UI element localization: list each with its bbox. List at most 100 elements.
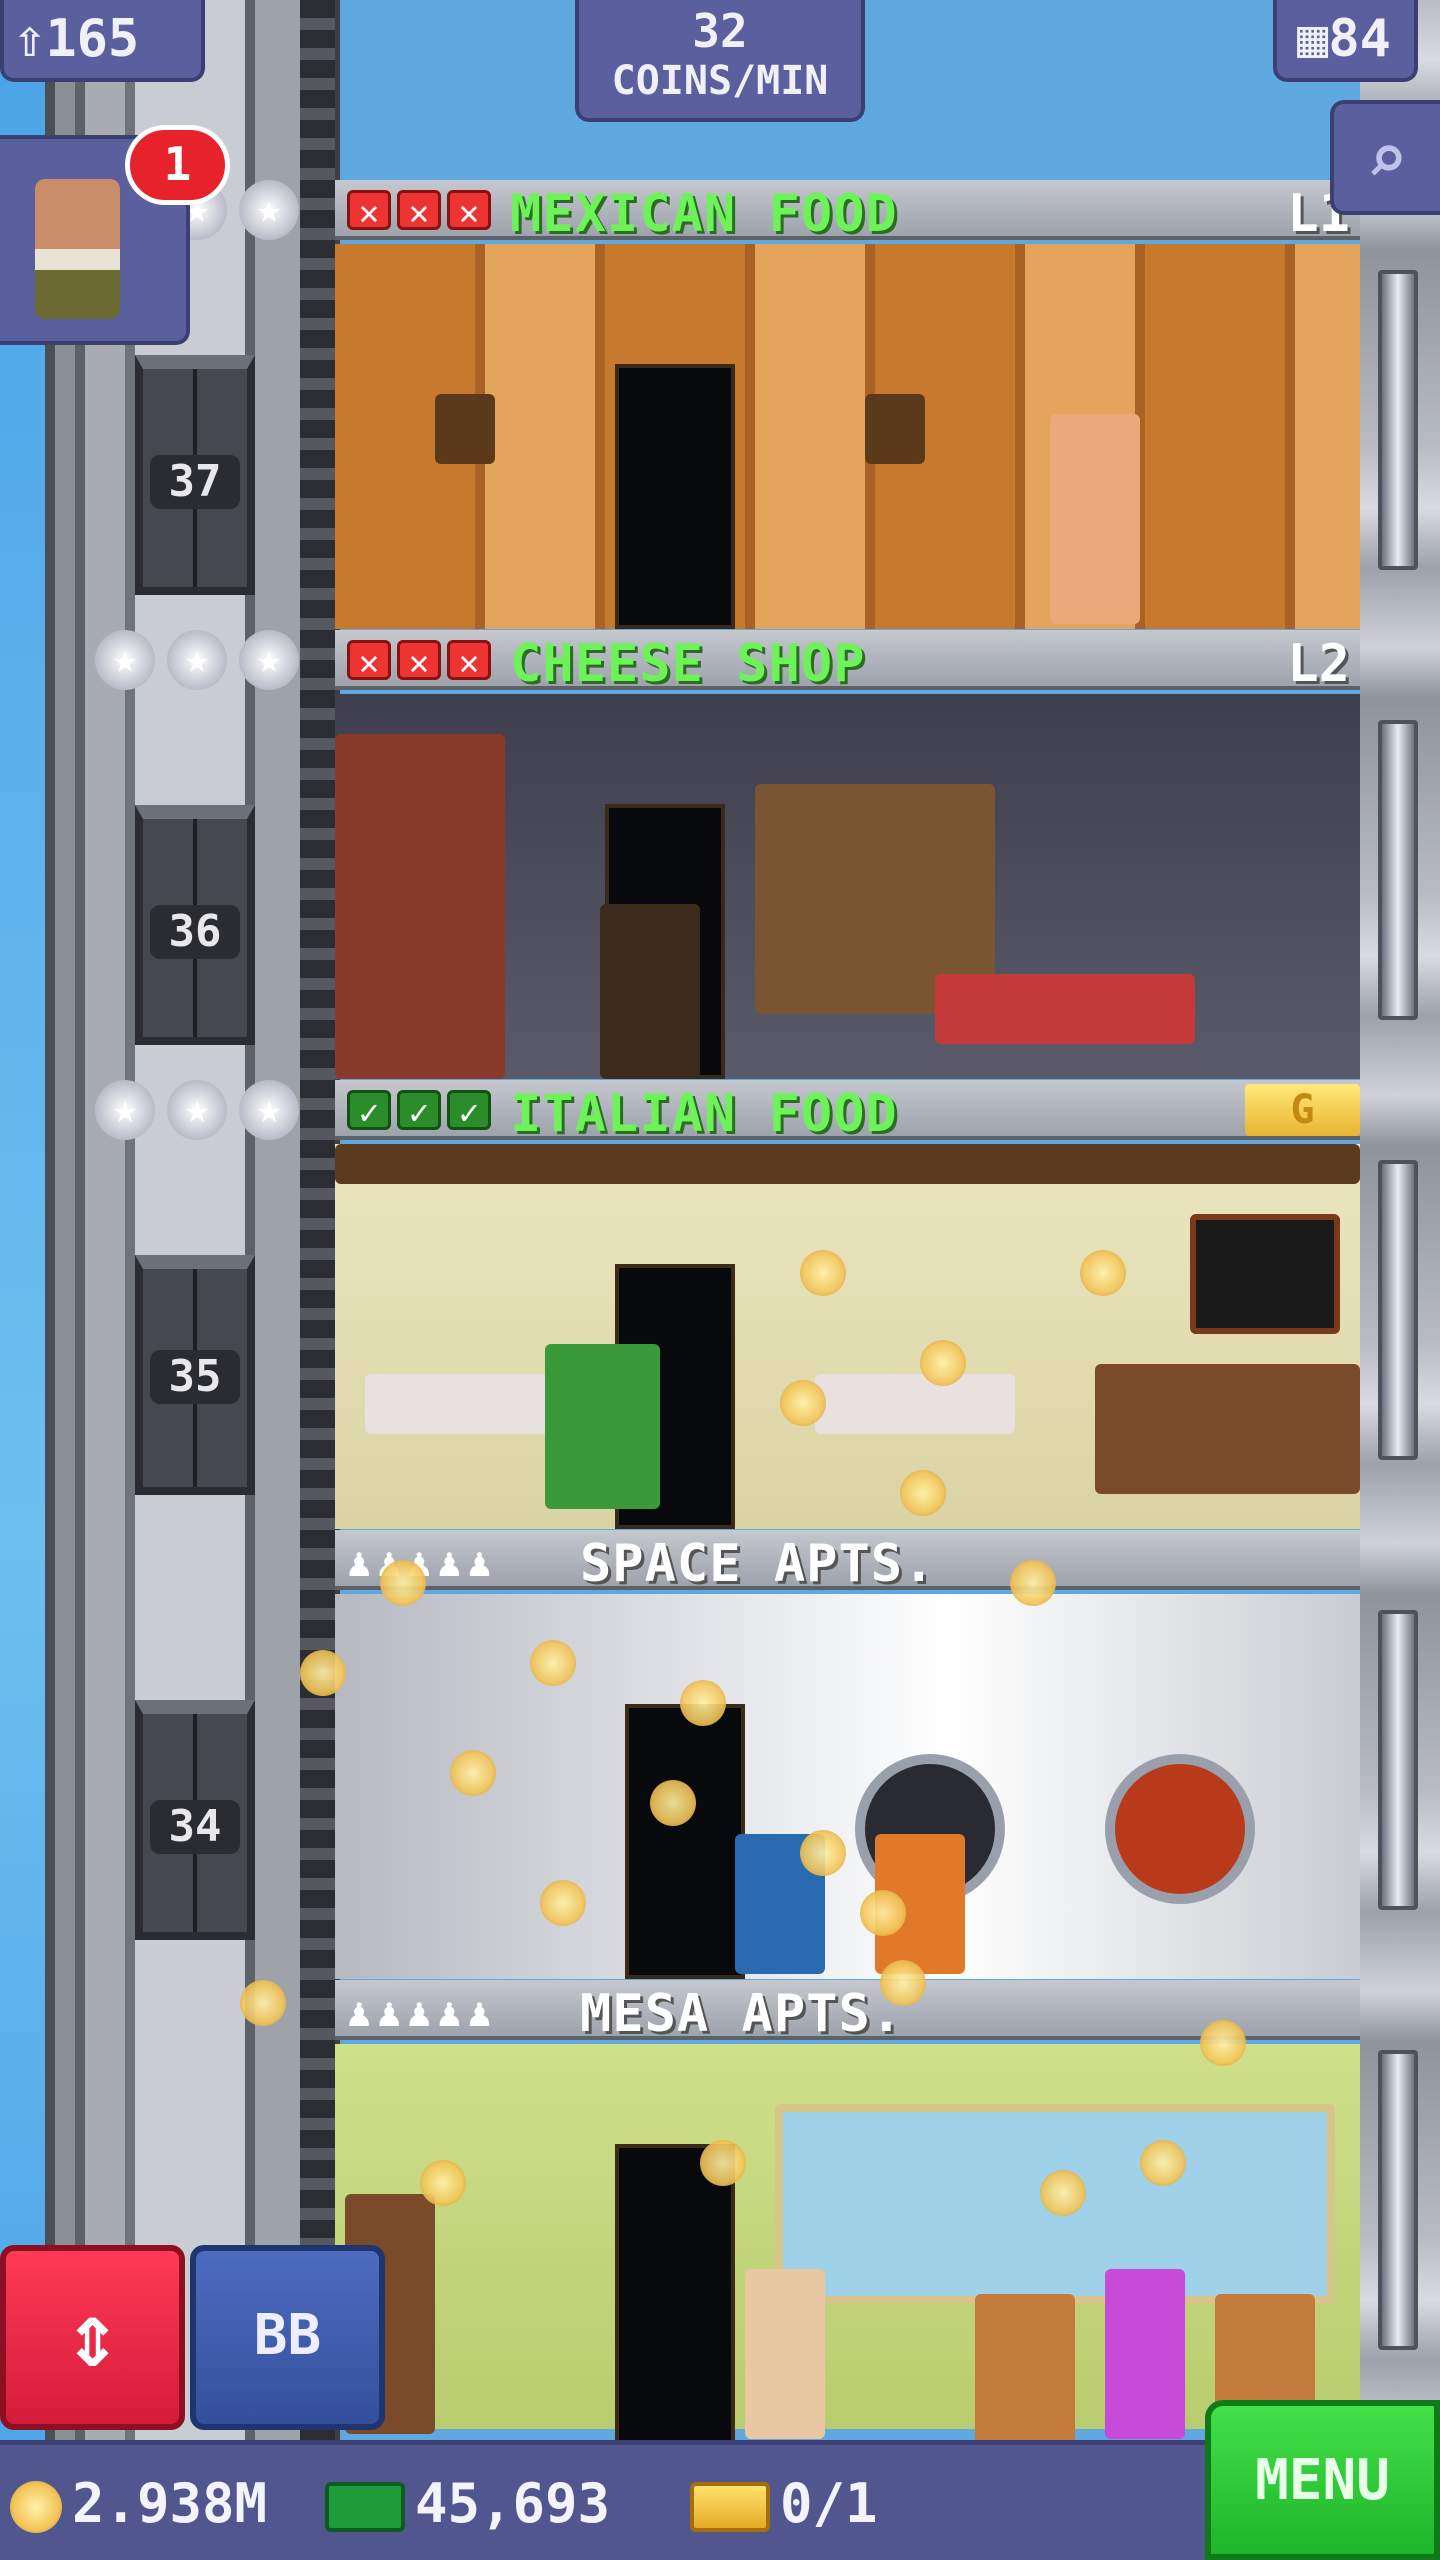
floor-counter[interactable]: ▦84: [1273, 0, 1418, 82]
floor-stars: ★ ★ ★: [95, 630, 305, 690]
coin-icon: [900, 1470, 946, 1516]
floor-name: MEXICAN FOOD: [510, 184, 898, 244]
room-door: [625, 1704, 745, 1979]
room-interior: [335, 694, 1360, 1079]
coin-icon: [780, 1380, 826, 1426]
coin-rate-value: 32: [692, 4, 748, 58]
side-window: [1378, 1610, 1418, 1910]
check-mark-icon: ✓: [447, 1090, 491, 1133]
population-value: 165: [45, 9, 140, 69]
star-icon: ★: [95, 1080, 155, 1140]
gold-level-badge: G: [1245, 1084, 1360, 1136]
floor-stars: ★ ★ ★: [95, 1080, 305, 1140]
vip-ticket-icon: [690, 2482, 770, 2533]
check-mark-icon: ✓: [397, 1090, 441, 1133]
worker-character[interactable]: [545, 1344, 660, 1509]
notification-badge[interactable]: 1: [125, 125, 230, 205]
population-counter[interactable]: ⇧165: [0, 0, 205, 82]
floor-header[interactable]: ✕ ✕ ✕ CHEESE SHOP L2: [335, 630, 1360, 694]
floor-header[interactable]: ♟♟♟♟♟ SPACE APTS.: [335, 1530, 1360, 1594]
worker-character[interactable]: [1050, 414, 1140, 624]
bux-icon: [325, 2482, 405, 2533]
dining-table: [815, 1374, 1015, 1434]
coin-icon: [800, 1250, 846, 1296]
coin-icon: [860, 1890, 906, 1936]
coin-icon: [880, 1960, 926, 2006]
star-icon: ★: [239, 1080, 299, 1140]
wall-picture: [865, 394, 925, 464]
bux-stat[interactable]: 45,693: [325, 2469, 610, 2539]
sky-background: [0, 0, 45, 2560]
star-icon: ★: [167, 630, 227, 690]
star-icon: ★: [239, 180, 299, 240]
x-mark-icon: ✕: [447, 190, 491, 233]
side-window: [1378, 1160, 1418, 1460]
floor-level: L2: [1287, 634, 1350, 694]
coin-icon: [650, 1780, 696, 1826]
room-interior: [335, 2044, 1360, 2444]
coins-stat[interactable]: 2.938M: [10, 2469, 267, 2539]
resident-character[interactable]: [745, 2269, 825, 2439]
floor-italian-food[interactable]: ✓ ✓ ✓ ITALIAN FOOD G: [335, 1080, 1360, 1530]
armchair: [975, 2294, 1075, 2444]
coin-icon: [380, 1560, 426, 1606]
side-window: [1378, 270, 1418, 570]
coin-icon: [800, 1830, 846, 1876]
dining-table: [365, 1374, 565, 1434]
x-mark-icon: ✕: [397, 640, 441, 683]
chalkboard-menu: [1190, 1214, 1340, 1334]
magnifier-icon: ⌕: [1365, 118, 1409, 200]
elevator-button[interactable]: ⇕: [0, 2245, 185, 2430]
coin-icon: [540, 1880, 586, 1926]
resident-character[interactable]: [1105, 2269, 1185, 2439]
x-mark-icon: ✕: [347, 190, 391, 233]
supply-status: ✓ ✓ ✓: [347, 1090, 491, 1133]
floor-name: CHEESE SHOP: [510, 634, 866, 694]
vip-stat[interactable]: 0/1: [690, 2469, 878, 2539]
coin-icon: [450, 1750, 496, 1796]
bitbook-label: BB: [253, 2303, 322, 2368]
building-icon: ▦: [1297, 9, 1329, 69]
shaft-floor-number: 37: [150, 455, 240, 509]
menu-label: MENU: [1255, 2448, 1390, 2513]
floor-header[interactable]: ✓ ✓ ✓ ITALIAN FOOD G: [335, 1080, 1360, 1144]
supply-status: ✕ ✕ ✕: [347, 190, 491, 233]
coin-icon: [1010, 1560, 1056, 1606]
grape-vine-trim: [335, 1144, 1360, 1184]
shaft-rail: [300, 0, 335, 2440]
person-up-icon: ⇧: [14, 9, 46, 69]
shaft-floor-number: 36: [150, 905, 240, 959]
floor-cheese-shop[interactable]: ✕ ✕ ✕ CHEESE SHOP L2: [335, 630, 1360, 1080]
coin-icon: [10, 2481, 62, 2534]
shaft-floor-number: 34: [150, 1800, 240, 1854]
bar-counter: [1095, 1364, 1360, 1494]
zoom-button[interactable]: ⌕: [1330, 100, 1440, 215]
room-door: [615, 364, 735, 629]
coin-icon: [240, 1980, 286, 2026]
menu-button[interactable]: MENU: [1205, 2400, 1440, 2560]
star-icon: ★: [167, 1080, 227, 1140]
floor-header[interactable]: ✕ ✕ ✕ MEXICAN FOOD L1: [335, 180, 1360, 244]
x-mark-icon: ✕: [347, 640, 391, 683]
coin-icon: [420, 2160, 466, 2206]
coin-rate-display[interactable]: 32 COINS/MIN: [575, 0, 865, 122]
brick-wall: [335, 734, 505, 1079]
coin-rate-unit: COINS/MIN: [611, 58, 829, 104]
side-window: [1378, 720, 1418, 1020]
coin-icon: [1140, 2140, 1186, 2186]
room-door: [615, 2144, 735, 2444]
coin-icon: [300, 1650, 346, 1696]
floor-count-value: 84: [1328, 9, 1391, 69]
coin-icon: [1080, 1250, 1126, 1296]
floor-mexican-food[interactable]: ✕ ✕ ✕ MEXICAN FOOD L1: [335, 180, 1360, 630]
worker-character[interactable]: [600, 904, 700, 1079]
bitbook-button[interactable]: BB: [190, 2245, 385, 2430]
coin-icon: [1040, 2170, 1086, 2216]
building-side-wall: [1360, 0, 1440, 2440]
visitor-avatar: [35, 179, 120, 319]
vip-value: 0/1: [780, 2472, 878, 2535]
x-mark-icon: ✕: [397, 190, 441, 233]
floor-space-apts[interactable]: ♟♟♟♟♟ SPACE APTS.: [335, 1530, 1360, 1980]
floor-name: SPACE APTS.: [580, 1534, 936, 1594]
coin-icon: [1200, 2020, 1246, 2066]
